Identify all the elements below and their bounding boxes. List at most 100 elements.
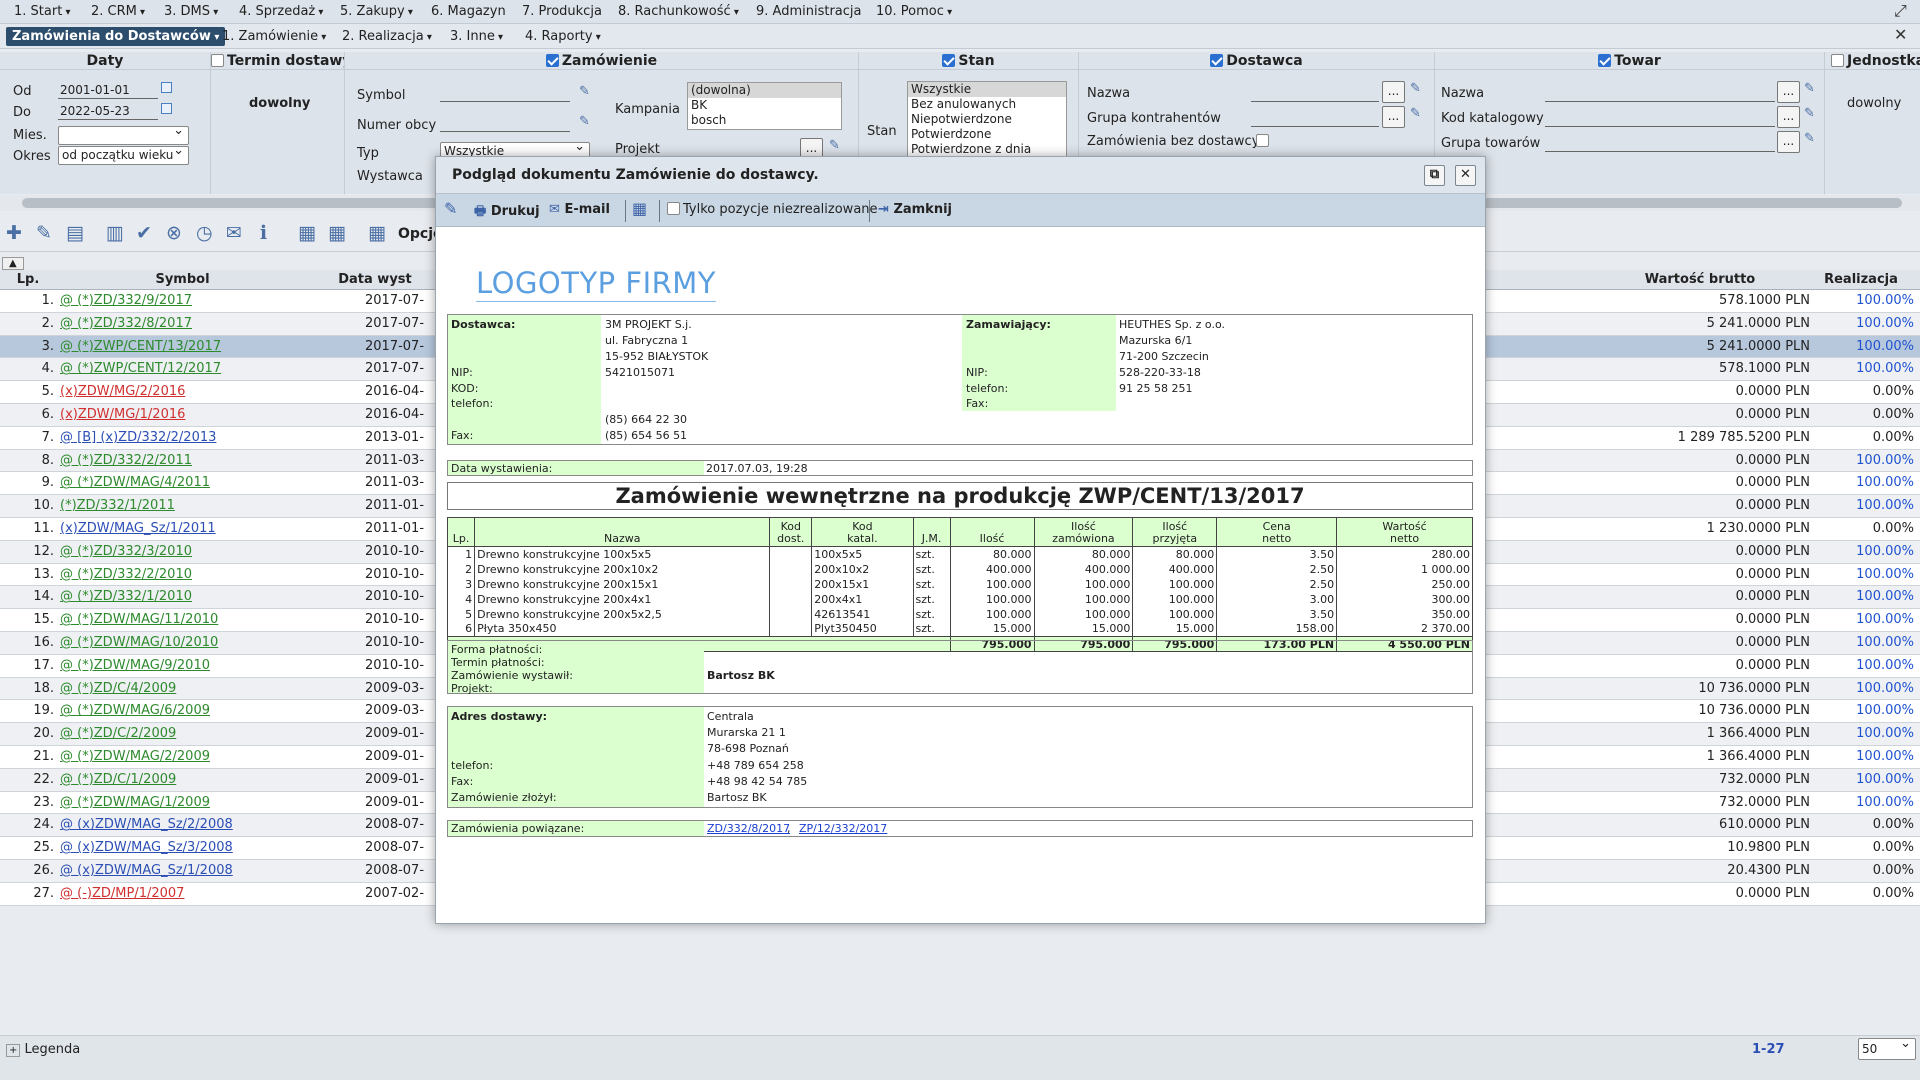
stan-option[interactable]: Potwierdzone z dnia — [908, 142, 1066, 157]
symbol-link[interactable]: @ (*)ZDW/MAG/1/2009 — [60, 795, 210, 810]
bez-dostawcy-checkbox[interactable] — [1256, 134, 1269, 147]
mies-select[interactable] — [58, 126, 189, 145]
collapse-icon[interactable]: ▲ — [2, 257, 24, 270]
eraser-icon[interactable]: ✎ — [579, 114, 590, 129]
menu-start[interactable]: 1. Start — [14, 4, 71, 19]
symbol-link[interactable]: (x)ZDW/MG/2/2016 — [60, 384, 185, 399]
menu-rachunkowosc[interactable]: 8. Rachunkowość — [618, 4, 739, 19]
kod-katalogowy-input[interactable] — [1545, 110, 1775, 127]
symbol-link[interactable]: @ (*)ZDW/MAG/9/2010 — [60, 658, 210, 673]
maximize-icon[interactable]: ⤢ — [1894, 1, 1907, 21]
eraser-icon[interactable]: ✎ — [1410, 106, 1421, 121]
eraser-icon[interactable]: ✎ — [1804, 81, 1815, 96]
eraser-icon[interactable]: ✎ — [1804, 106, 1815, 121]
dostawca-checkbox[interactable] — [1210, 54, 1224, 67]
menu-zakupy[interactable]: 5. Zakupy — [340, 4, 413, 19]
clock-icon[interactable]: ◷ — [196, 222, 213, 244]
symbol-link[interactable]: @ (*)ZDW/MAG/6/2009 — [60, 703, 210, 718]
symbol-link[interactable]: @ (*)ZD/332/3/2010 — [60, 544, 192, 559]
grupa-towarow-browse-button[interactable]: ... — [1777, 131, 1800, 153]
stan-list[interactable]: Wszystkie Bez anulowanych Niepotwierdzon… — [907, 81, 1067, 159]
col-data[interactable]: Data wyst — [310, 272, 440, 287]
grid-icon[interactable]: ▦ — [368, 222, 386, 244]
cancel-icon[interactable]: ⊗ — [166, 222, 182, 244]
close-icon[interactable]: ✕ — [1894, 25, 1907, 44]
eraser-icon[interactable]: ✎ — [829, 138, 840, 153]
stan-checkbox[interactable] — [942, 54, 956, 67]
symbol-link[interactable]: @ (*)ZD/332/1/2010 — [60, 589, 192, 604]
numer-obcy-input[interactable] — [440, 115, 570, 132]
symbol-link[interactable]: @ (*)ZDW/MAG/11/2010 — [60, 612, 218, 627]
symbol-link[interactable]: @ (-)ZD/MP/1/2007 — [60, 886, 184, 901]
close-dialog-button[interactable]: ✕ — [1455, 165, 1476, 186]
symbol-link[interactable]: @ (*)ZD/332/9/2017 — [60, 293, 192, 308]
col-wartosc[interactable]: Wartość brutto — [1600, 272, 1800, 287]
email-button[interactable]: ✉ E-mail — [549, 202, 610, 217]
symbol-link[interactable]: (*)ZD/332/1/2011 — [60, 498, 175, 513]
grupa-browse-button[interactable]: ... — [1382, 106, 1405, 128]
per-page-select[interactable]: 50 — [1858, 1038, 1916, 1060]
submenu-realizacja[interactable]: 2. Realizacja — [342, 29, 432, 44]
copy-icon[interactable]: ▥ — [106, 222, 124, 244]
import-icon[interactable]: ▦ — [298, 222, 316, 244]
eraser-icon[interactable]: ✎ — [1410, 81, 1421, 96]
symbol-link[interactable]: @ (*)ZD/C/2/2009 — [60, 726, 176, 741]
menu-dms[interactable]: 3. DMS — [164, 4, 218, 19]
symbol-link[interactable]: @ (x)ZDW/MAG_Sz/3/2008 — [60, 840, 233, 855]
symbol-link[interactable]: @ (x)ZDW/MAG_Sz/2/2008 — [60, 817, 233, 832]
tylko-checkbox[interactable] — [667, 202, 680, 215]
symbol-input[interactable] — [440, 85, 570, 102]
submenu-inne[interactable]: 3. Inne — [450, 29, 503, 44]
kampania-list[interactable]: (dowolna) BK bosch — [687, 82, 842, 130]
dostawca-browse-button[interactable]: ... — [1382, 81, 1405, 103]
symbol-link[interactable]: (x)ZDW/MAG_Sz/1/2011 — [60, 521, 216, 536]
grid-icon[interactable]: ▦ — [632, 199, 647, 218]
symbol-link[interactable]: @ (*)ZWP/CENT/13/2017 — [60, 339, 221, 354]
related-link[interactable]: ZD/332/8/2017 — [707, 822, 790, 835]
eraser-icon[interactable]: ✎ — [1804, 131, 1815, 146]
edit-icon[interactable]: ✎ — [36, 222, 52, 244]
stan-option[interactable]: Wszystkie — [908, 82, 1066, 97]
symbol-link[interactable]: @ (*)ZD/332/8/2017 — [60, 316, 192, 331]
menu-produkcja[interactable]: 7. Produkcja — [522, 4, 602, 19]
dostawca-nazwa-input[interactable] — [1251, 85, 1379, 102]
stan-option[interactable]: Bez anulowanych — [908, 97, 1066, 112]
legenda-toggle[interactable]: + Legenda — [6, 1042, 80, 1057]
termin-checkbox[interactable] — [211, 54, 224, 67]
popout-icon[interactable]: ⧉ — [1424, 165, 1445, 186]
submenu-zamowienia[interactable]: Zamówienia do Dostawców — [6, 27, 226, 46]
towar-checkbox[interactable] — [1598, 54, 1612, 67]
stan-option[interactable]: Niepotwierdzone — [908, 112, 1066, 127]
symbol-link[interactable]: @ [B] (x)ZD/332/2/2013 — [60, 430, 216, 445]
tylko-option[interactable]: Tylko pozycje niezrealizowane — [667, 202, 878, 217]
symbol-link[interactable]: @ (*)ZD/C/1/2009 — [60, 772, 176, 787]
grupa-towarow-input[interactable] — [1545, 135, 1775, 152]
related-link[interactable]: ZP/12/332/2017 — [799, 822, 887, 835]
kampania-option[interactable]: BK — [688, 98, 841, 113]
symbol-link[interactable]: @ (*)ZD/C/4/2009 — [60, 681, 176, 696]
kod-browse-button[interactable]: ... — [1777, 106, 1800, 128]
jednostka-checkbox[interactable] — [1831, 54, 1844, 67]
submenu-raporty[interactable]: 4. Raporty — [525, 29, 601, 44]
confirm-icon[interactable]: ✔ — [136, 222, 152, 244]
submenu-zamowienie[interactable]: 1. Zamówienie — [222, 29, 326, 44]
menu-administracja[interactable]: 9. Administracja — [756, 4, 862, 19]
okres-select[interactable]: od początku wieku — [58, 146, 189, 165]
edit-icon[interactable]: ✎ — [444, 199, 457, 218]
info-icon[interactable]: ℹ — [260, 222, 267, 244]
grupa-kontrahentow-input[interactable] — [1251, 110, 1379, 127]
kampania-option[interactable]: (dowolna) — [688, 83, 841, 98]
zamknij-button[interactable]: ⇥ Zamknij — [878, 202, 952, 217]
towar-browse-button[interactable]: ... — [1777, 81, 1800, 103]
print-button[interactable]: 🖶 Drukuj — [474, 202, 540, 224]
symbol-link[interactable]: @ (*)ZWP/CENT/12/2017 — [60, 361, 221, 376]
symbol-link[interactable]: (x)ZDW/MG/1/2016 — [60, 407, 185, 422]
menu-magazyn[interactable]: 6. Magazyn — [431, 4, 506, 19]
zamowienie-checkbox[interactable] — [545, 54, 559, 67]
do-input[interactable]: 2022-05-23 — [58, 103, 158, 120]
menu-sprzedaz[interactable]: 4. Sprzedaż — [239, 4, 323, 19]
od-input[interactable]: 2001-01-01 — [58, 82, 158, 99]
add-icon[interactable]: ✚ — [6, 222, 22, 244]
symbol-link[interactable]: @ (*)ZDW/MAG/2/2009 — [60, 749, 210, 764]
menu-pomoc[interactable]: 10. Pomoc — [876, 4, 952, 19]
